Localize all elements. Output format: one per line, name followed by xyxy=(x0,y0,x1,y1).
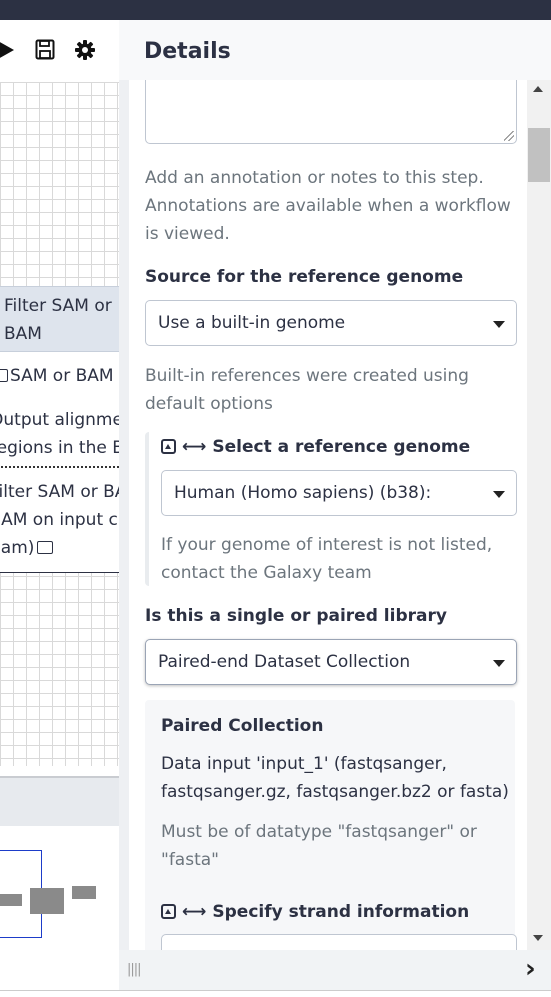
paired-help: "fasta" xyxy=(161,850,219,870)
node-output-line: bam) xyxy=(0,538,35,558)
strand-section-header[interactable]: ⟷ Specify strand information xyxy=(161,898,469,926)
annotation-help-line: Annotations are available when a workflo… xyxy=(145,196,511,216)
node-output-1[interactable]: Output alignme xyxy=(0,406,119,434)
paired-help: Must be of datatype "fastqsanger" or xyxy=(161,822,477,842)
library-select[interactable]: Paired-end Dataset Collection xyxy=(145,639,517,685)
node-output-2[interactable]: Filter SAM or BA xyxy=(0,478,119,506)
ref-source-label: Source for the reference genome xyxy=(145,267,464,287)
ref-source-help: default options xyxy=(145,394,273,414)
resize-grip-icon[interactable] xyxy=(504,131,514,141)
save-icon[interactable] xyxy=(35,39,55,66)
details-header: Details xyxy=(119,20,551,80)
node-output-line: regions in the B xyxy=(0,438,119,458)
annotation-textarea[interactable] xyxy=(145,80,517,144)
node-header[interactable]: Filter SAM or BAM xyxy=(0,286,119,352)
minimap-node xyxy=(72,886,96,899)
chevron-down-icon xyxy=(493,491,505,498)
paired-title: Paired Collection xyxy=(161,716,324,736)
library-value: Paired-end Dataset Collection xyxy=(158,652,411,672)
ref-genome-select[interactable]: Human (Homo sapiens) (b38): xyxy=(161,470,517,516)
node-input-label: SAM or BAM xyxy=(10,366,114,386)
scroll-up-icon[interactable] xyxy=(533,86,543,92)
chevron-down-icon xyxy=(493,660,505,667)
node-divider xyxy=(0,466,119,468)
gear-icon[interactable] xyxy=(74,39,96,66)
paired-desc: fastqsanger.gz, fastqsanger.bz2 or fasta… xyxy=(161,782,509,802)
annotation-help-line: is viewed. xyxy=(145,224,230,244)
drag-handle-icon[interactable]: |||| xyxy=(127,962,141,977)
collapse-icon[interactable] xyxy=(161,904,176,919)
paired-desc: Data input 'input_1' (fastqsanger, xyxy=(161,754,447,774)
minimap-node xyxy=(0,894,22,906)
folder-icon[interactable] xyxy=(37,541,54,554)
scrollbar-thumb[interactable] xyxy=(528,128,550,182)
folder-icon xyxy=(0,369,8,382)
details-panel: Add an annotation or notes to this step.… xyxy=(129,80,527,950)
node-output-1b: regions in the B xyxy=(0,434,119,462)
minimap-node xyxy=(30,888,64,914)
canvas-footer-bar xyxy=(0,778,119,826)
workflow-node[interactable]: Filter SAM or BAM SAM or BAM Output alig… xyxy=(0,286,119,573)
details-scrollbar[interactable] xyxy=(527,80,551,950)
ref-genome-help: If your genome of interest is not listed… xyxy=(161,535,493,555)
minimap[interactable] xyxy=(0,826,119,996)
collapse-icon[interactable] xyxy=(161,439,176,454)
strand-label: Specify strand information xyxy=(212,902,470,922)
strand-select[interactable] xyxy=(161,934,517,950)
arrows-horizontal-icon: ⟷ xyxy=(182,437,207,457)
chevron-right-icon[interactable]: › xyxy=(525,954,536,984)
horizontal-scrollbar[interactable]: |||| › xyxy=(119,950,551,990)
node-output-line: Output alignme xyxy=(0,410,119,430)
node-input[interactable]: SAM or BAM xyxy=(0,362,114,390)
conditional-border xyxy=(145,432,157,586)
scroll-down-icon[interactable] xyxy=(533,935,543,941)
panel-title: Details xyxy=(144,39,231,64)
ref-genome-label: Select a reference genome xyxy=(212,437,471,457)
annotation-help-line: Add an annotation or notes to this step. xyxy=(145,168,484,188)
top-navbar xyxy=(0,0,551,20)
workflow-canvas[interactable]: Filter SAM or BAM SAM or BAM Output alig… xyxy=(0,20,119,996)
chevron-down-icon xyxy=(493,321,505,328)
node-output-2b: SAM on input c xyxy=(0,506,118,534)
ref-source-help: Built-in references were created using xyxy=(145,366,469,386)
ref-source-value: Use a built-in genome xyxy=(158,313,346,333)
node-output-line: Filter SAM or BA xyxy=(0,482,119,502)
node-title: Filter SAM or BAM xyxy=(4,296,112,344)
play-icon[interactable] xyxy=(0,39,16,66)
ref-genome-help: contact the Galaxy team xyxy=(161,563,372,583)
panel-divider[interactable] xyxy=(119,20,129,996)
paired-collection-section: Paired Collection Data input 'input_1' (… xyxy=(145,700,517,950)
ref-source-select[interactable]: Use a built-in genome xyxy=(145,300,517,346)
arrows-horizontal-icon: ⟷ xyxy=(182,902,207,922)
node-output-line: SAM on input c xyxy=(0,510,118,530)
library-label: Is this a single or paired library xyxy=(145,606,447,626)
ref-genome-value: Human (Homo sapiens) (b38): xyxy=(174,483,432,503)
ref-genome-section-header[interactable]: ⟷ Select a reference genome xyxy=(161,433,470,461)
canvas-toolbar xyxy=(0,20,119,82)
node-output-2c: bam) xyxy=(0,534,54,562)
